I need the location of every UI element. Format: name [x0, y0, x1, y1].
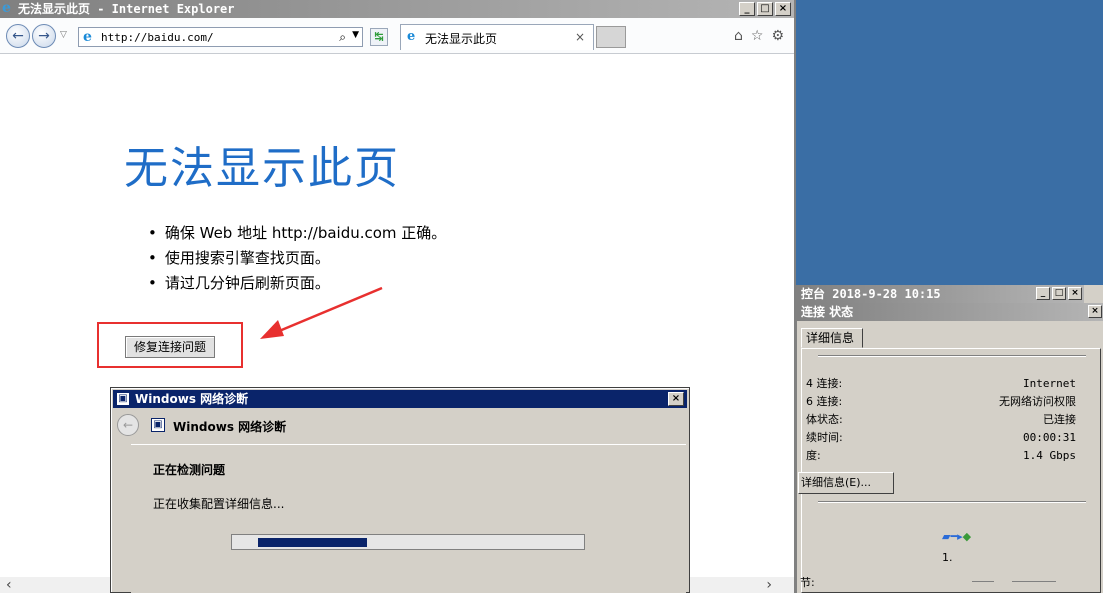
diagnostic-nav: ← ▣ Windows 网络诊断 — [113, 410, 687, 438]
forward-button[interactable]: → — [32, 24, 56, 48]
diagnostic-titlebar[interactable]: ▣ Windows 网络诊断 × — [113, 390, 687, 408]
refresh-button[interactable]: ↹ — [370, 28, 388, 46]
highlight-box: 修复连接问题 — [97, 322, 243, 368]
progress-fill — [258, 538, 367, 547]
address-dropdown-icon[interactable]: ▼ — [352, 30, 359, 40]
ie-logo-icon: e — [2, 0, 11, 16]
status-titlebar[interactable]: 连接 状态 × — [797, 303, 1103, 321]
arrow-head — [260, 320, 284, 339]
new-tab-button[interactable] — [596, 26, 626, 48]
tab-current[interactable]: e 无法显示此页 × — [400, 24, 594, 50]
diagnostic-app-icon: ▣ — [116, 392, 130, 406]
tab-label: 无法显示此页 — [425, 32, 498, 46]
console-close-button[interactable]: × — [1068, 287, 1082, 300]
divider — [818, 501, 1086, 503]
info-key: 体状态: — [806, 413, 843, 426]
diagnostic-close-button[interactable]: × — [668, 392, 684, 406]
ie-page-icon: e — [83, 29, 92, 45]
info-row: 度: 1.4 Gbps — [806, 447, 1076, 465]
console-titlebar[interactable]: 控台 2018-9-28 10:15 _ □ × — [797, 285, 1084, 303]
status-close-button[interactable]: × — [1088, 305, 1102, 318]
sent-value: 1. — [942, 551, 953, 564]
home-icon[interactable]: ⌂ — [734, 28, 743, 44]
network-status-window: 控台 2018-9-28 10:15 _ □ × 连接 状态 × 详细信息 4 … — [796, 285, 1103, 593]
info-row: 体状态: 已连接 — [806, 411, 1076, 429]
back-button[interactable]: ← — [6, 24, 30, 48]
info-value: 无网络访问权限 — [999, 395, 1076, 408]
divider — [818, 355, 1086, 357]
scroll-left-icon[interactable]: ‹ — [6, 577, 12, 593]
scroll-right-icon[interactable]: › — [766, 577, 772, 593]
hint-item: 使用搜索引擎查找页面。 — [148, 246, 446, 271]
tab-ie-icon: e — [407, 29, 416, 44]
ie-toolbar: ← → ▽ e http://baidu.com/ ⌕ ▼ ↹ e 无法显示此页… — [0, 18, 794, 54]
progress-bar — [231, 534, 585, 550]
address-url[interactable]: http://baidu.com/ — [101, 31, 214, 44]
status-title: 连接 状态 — [801, 305, 854, 319]
console-title: 控台 2018-9-28 10:15 — [801, 287, 941, 301]
maximize-button[interactable]: □ — [757, 2, 773, 16]
favorites-star-icon[interactable]: ☆ — [751, 28, 764, 44]
info-value: Internet — [1023, 377, 1076, 390]
network-diagnostic-dialog: ▣ Windows 网络诊断 × ← ▣ Windows 网络诊断 正在检测问题… — [110, 387, 690, 593]
diagnostic-body: 正在检测问题 正在收集配置详细信息... — [131, 444, 686, 593]
network-activity-icon: ▰━▸◆ — [942, 530, 972, 543]
console-minimize-button[interactable]: _ — [1036, 287, 1050, 300]
info-value: 已连接 — [1043, 413, 1076, 426]
info-key: 4 连接: — [806, 377, 843, 390]
minimize-button[interactable]: _ — [739, 2, 755, 16]
hint-item: 确保 Web 地址 http://baidu.com 正确。 — [148, 221, 446, 246]
divider — [972, 581, 994, 582]
info-value: 1.4 Gbps — [1023, 449, 1076, 462]
info-row: 4 连接: Internet — [806, 375, 1076, 393]
forward-arrow-icon: → — [38, 28, 50, 44]
info-key: 6 连接: — [806, 395, 843, 408]
back-arrow-icon: ← — [12, 28, 24, 44]
connection-info: 4 连接: Internet 6 连接: 无网络访问权限 体状态: 已连接 续时间: 0… — [806, 375, 1076, 465]
info-key: 度: — [806, 449, 821, 462]
divider — [1012, 581, 1056, 582]
page-title: 无法显示此页 — [124, 143, 400, 194]
diagnostic-heading: 正在检测问题 — [153, 463, 226, 477]
diagnostic-nav-title: Windows 网络诊断 — [173, 420, 287, 434]
tab-details[interactable]: 详细信息 — [801, 328, 863, 348]
close-button[interactable]: × — [775, 2, 791, 16]
search-icon[interactable]: ⌕ — [339, 30, 346, 45]
address-bar[interactable]: e http://baidu.com/ ⌕ ▼ — [78, 27, 363, 47]
details-panel: 4 连接: Internet 6 连接: 无网络访问权限 体状态: 已连接 续时间: 0… — [798, 348, 1101, 593]
tab-close-icon[interactable]: × — [575, 30, 585, 44]
bytes-label: 节: — [800, 576, 815, 589]
history-dropdown-icon[interactable]: ▽ — [60, 30, 67, 40]
info-row: 6 连接: 无网络访问权限 — [806, 393, 1076, 411]
diagnostic-status: 正在收集配置详细信息... — [153, 497, 285, 511]
ie-titlebar[interactable]: e 无法显示此页 - Internet Explorer _ □ × — [0, 0, 794, 18]
diagnostic-back-button[interactable]: ← — [117, 414, 139, 436]
diagnostic-title: Windows 网络诊断 — [135, 392, 249, 406]
ie-window-title: 无法显示此页 - Internet Explorer — [18, 2, 235, 16]
info-value: 00:00:31 — [1023, 431, 1076, 444]
annotation-arrow — [260, 286, 383, 339]
fix-connection-button[interactable]: 修复连接问题 — [125, 336, 215, 358]
info-row: 续时间: 00:00:31 — [806, 429, 1076, 447]
info-key: 续时间: — [806, 431, 843, 444]
settings-gear-icon[interactable]: ⚙ — [771, 28, 784, 44]
diagnostic-nav-icon: ▣ — [151, 418, 165, 432]
details-button[interactable]: 详细信息(E)... — [798, 472, 894, 494]
arrow-shaft — [271, 286, 383, 336]
console-maximize-button[interactable]: □ — [1052, 287, 1066, 300]
refresh-icon: ↹ — [374, 30, 384, 43]
